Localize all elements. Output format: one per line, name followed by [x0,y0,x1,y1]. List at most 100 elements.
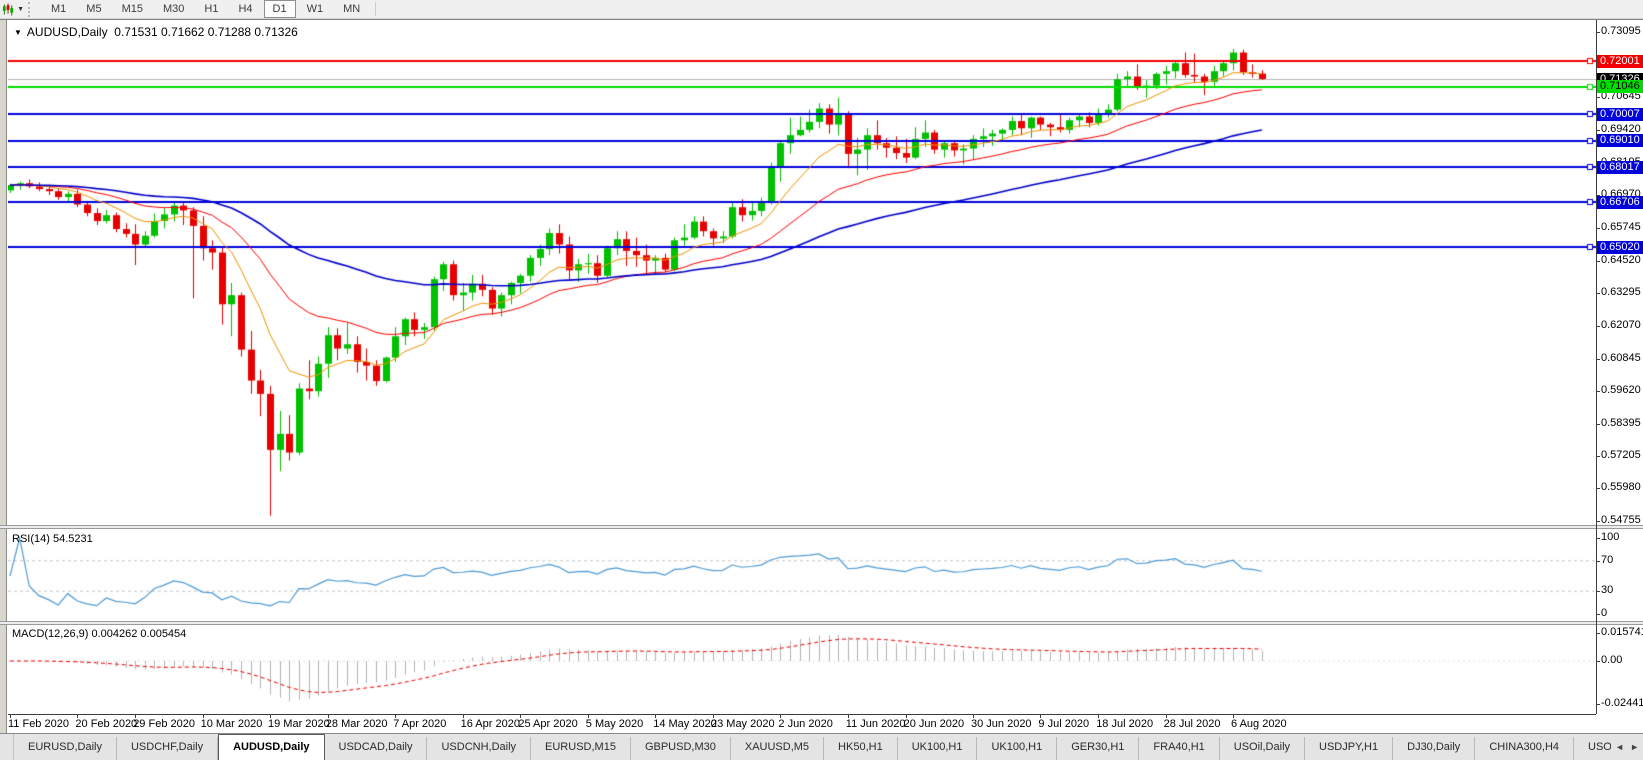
candlestick-chart-icon [2,3,14,16]
tab-item[interactable]: USOil,H [1574,737,1611,760]
price-badge: 0.71046 [1597,80,1643,93]
timeframe-button-m5[interactable]: M5 [77,0,110,18]
tab-item[interactable]: GER30,H1 [1057,737,1139,760]
macd-pane[interactable] [8,625,1596,714]
date-label: 2 Jun 2020 [778,718,832,730]
macd-tick: 0.00 [1601,654,1622,666]
price-badge: 0.69010 [1597,134,1643,147]
date-label: 19 Mar 2020 [268,718,330,730]
tab-item[interactable]: EURUSD,M15 [531,737,631,760]
rsi-tick: 100 [1601,531,1619,543]
macd-canvas[interactable] [8,625,1596,714]
date-label: 30 Jun 2020 [971,718,1032,730]
rsi-axis[interactable]: 100 70 30 0 [1597,529,1643,621]
date-label: 23 May 2020 [711,718,775,730]
price-tick: 0.59620 [1601,384,1641,396]
rsi-pane[interactable] [8,529,1596,621]
rsi-tick: 70 [1601,554,1613,566]
axis-line [1596,20,1597,714]
timeframe-button-d1[interactable]: D1 [264,0,296,18]
timeframe-buttons: M1M5M15M30H1H4D1W1MN [41,0,370,18]
toolbar-separator [375,2,376,16]
date-label: 11 Feb 2020 [8,718,69,730]
ohlc-values: 0.71531 0.71662 0.71288 0.71326 [108,25,298,39]
macd-tick: 0.015741 [1601,626,1643,638]
price-badge: 0.70007 [1597,108,1643,121]
tab-item[interactable]: HK50,H1 [824,737,898,760]
tab-item[interactable]: USOil,Daily [1220,737,1305,760]
collapse-icon[interactable]: ▼ [14,28,22,37]
date-label: 20 Feb 2020 [75,718,137,730]
date-label: 14 May 2020 [653,718,717,730]
timeframe-button-w1[interactable]: W1 [298,0,333,18]
tab-item[interactable]: GBPUSD,M30 [631,737,731,760]
timeframe-button-m15[interactable]: M15 [113,0,152,18]
date-label: 6 Aug 2020 [1231,718,1287,730]
tab-scroll-right-button[interactable]: ► [1630,742,1639,752]
symbol-period-label: AUDUSD,Daily [27,25,108,39]
tab-item[interactable]: USDCAD,Daily [325,737,428,760]
toolbar-grip[interactable] [28,2,35,17]
rsi-tick: 30 [1601,584,1613,596]
date-label: 25 Apr 2020 [518,718,577,730]
price-badge: 0.65020 [1597,241,1643,254]
tab-item[interactable]: USDCHF,Daily [117,737,218,760]
date-label: 7 Apr 2020 [393,718,446,730]
price-tick: 0.57205 [1601,449,1641,461]
timeframe-button-m30[interactable]: M30 [154,0,193,18]
macd-label: MACD(12,26,9) 0.004262 0.005454 [12,628,186,640]
timeframe-button-h1[interactable]: H1 [195,0,227,18]
tab-item[interactable]: USDJPY,H1 [1305,737,1393,760]
tab-scroll-arrows: ◄ ► [1611,733,1643,760]
price-tick: 0.64520 [1601,254,1641,266]
main-chart-pane[interactable] [8,20,1596,525]
mt4-application: ▼ M1M5M15M30H1H4D1W1MN ▼ AUDUSD,Daily 0.7… [0,0,1643,760]
main-chart-canvas[interactable] [8,20,1596,525]
chevron-down-icon[interactable]: ▼ [17,6,24,13]
tab-item[interactable]: DJ30,Daily [1393,737,1475,760]
timeframe-toolbar: ▼ M1M5M15M30H1H4D1W1MN [0,0,1643,19]
date-label: 5 May 2020 [586,718,643,730]
rsi-canvas[interactable] [8,529,1596,621]
price-axis[interactable]: 0.730950.718700.706450.694200.681950.669… [1597,20,1643,525]
chart-title: ▼ AUDUSD,Daily 0.71531 0.71662 0.71288 0.… [14,25,298,39]
tab-item[interactable]: UK100,H1 [898,737,978,760]
tab-item[interactable]: FRA40,H1 [1139,737,1219,760]
tab-item[interactable]: CHINA300,H4 [1475,737,1574,760]
date-axis[interactable]: 11 Feb 2020 20 Feb 202029 Feb 2020 10 Mar … [8,714,1596,733]
chart-tab-bar: EURUSD,DailyUSDCHF,DailyAUDUSD,DailyUSDC… [0,733,1643,760]
tab-item[interactable]: UK100,H1 [977,737,1057,760]
date-label: 11 Jun 2020 [846,718,906,730]
price-tick: 0.73095 [1601,25,1641,37]
chart-tabs: EURUSD,DailyUSDCHF,DailyAUDUSD,DailyUSDC… [14,733,1611,760]
price-badge: 0.66706 [1597,196,1643,209]
date-label: 10 Mar 2020 [201,718,263,730]
price-tick: 0.65745 [1601,221,1641,233]
price-tick: 0.69420 [1601,123,1641,135]
charts-icon[interactable]: ▼ [2,1,24,18]
date-label: 18 Jul 2020 [1096,718,1153,730]
timeframe-button-mn[interactable]: MN [334,0,369,18]
date-label: 9 Jul 2020 [1038,718,1089,730]
tab-scroll-left-button[interactable]: ◄ [1615,742,1624,752]
tab-bar-grip [0,733,14,760]
macd-tick: -0.024412 [1601,697,1643,709]
timeframe-button-m1[interactable]: M1 [42,0,75,18]
rsi-tick: 0 [1601,607,1607,619]
tab-item[interactable]: USDCNH,Daily [427,737,531,760]
price-tick: 0.58395 [1601,417,1641,429]
macd-axis[interactable]: 0.015741 0.00 -0.024412 [1597,625,1643,714]
price-tick: 0.63295 [1601,286,1641,298]
date-label: 29 Feb 2020 [133,718,195,730]
timeframe-button-h4[interactable]: H4 [229,0,261,18]
price-badge: 0.68017 [1597,161,1643,174]
date-label: 28 Mar 2020 [326,718,388,730]
tab-item-active[interactable]: AUDUSD,Daily [218,734,324,760]
tab-item[interactable]: EURUSD,Daily [14,737,117,760]
price-tick: 0.60845 [1601,352,1641,364]
date-label: 28 Jul 2020 [1164,718,1221,730]
price-badge: 0.72001 [1597,55,1643,68]
price-tick: 0.62070 [1601,319,1641,331]
tab-item[interactable]: XAUUSD,M5 [731,737,824,760]
window-left-gutter [0,20,7,733]
